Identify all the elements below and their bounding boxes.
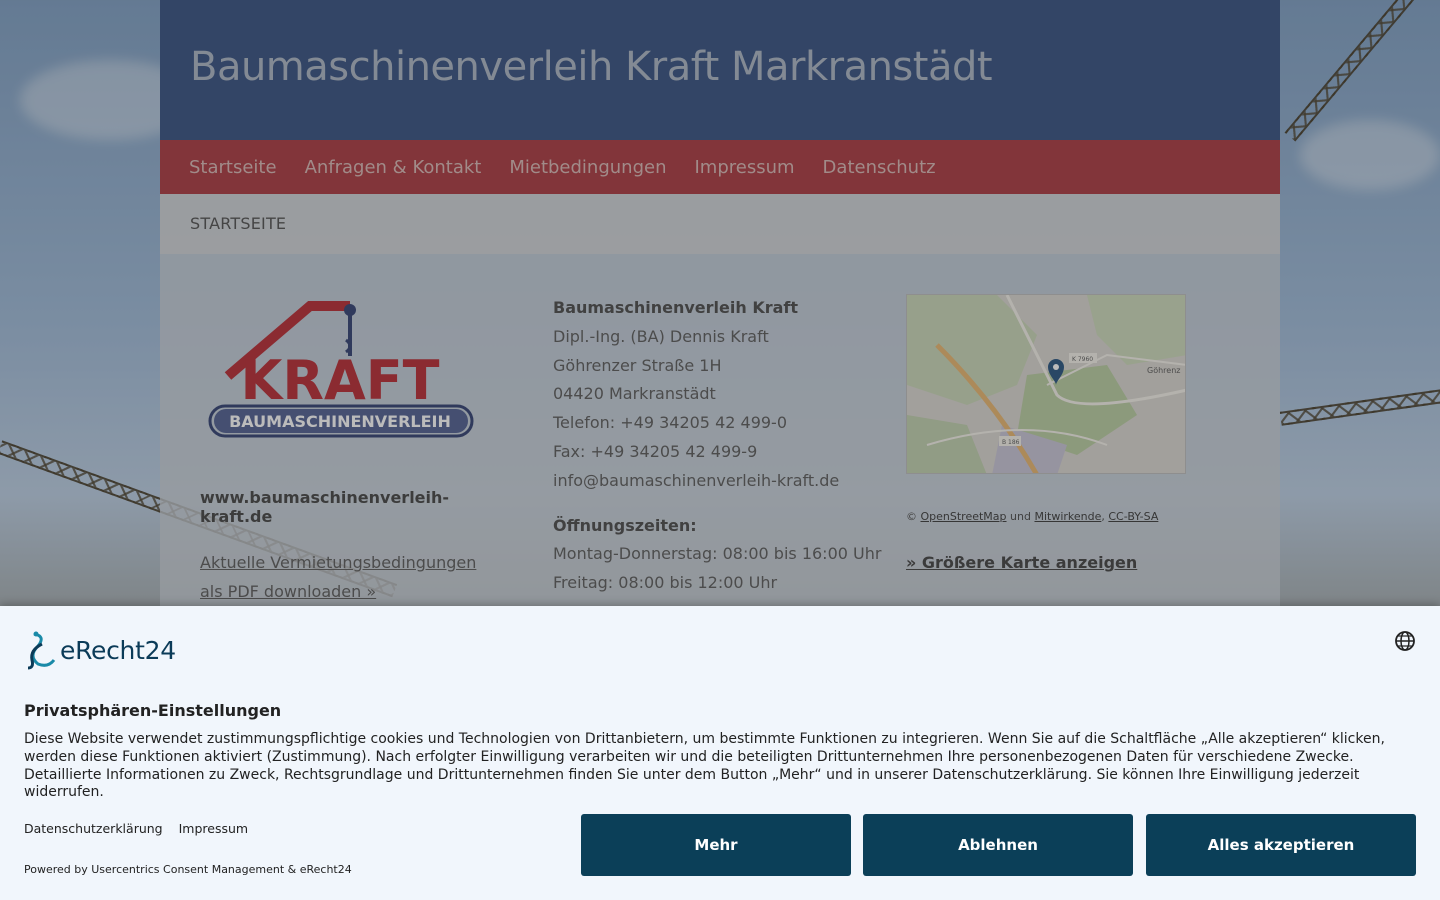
logo-brand-text: KRAFT [241,349,440,412]
erecht24-logo: eRecht24 [24,630,176,670]
cloud-decoration [1300,120,1440,190]
map-label-b186: B 186 [1002,439,1020,446]
site-title[interactable]: Baumaschinenverleih Kraft Markranstädt [190,44,1250,90]
nav-item-datenschutz[interactable]: Datenschutz [823,157,936,178]
company-logo: KRAFT BAUMASCHINENVERLEIH [200,294,480,454]
logo-sub-text: BAUMASCHINENVERLEIH [229,412,451,431]
osm-link[interactable]: OpenStreetMap [921,510,1007,523]
privacy-policy-link[interactable]: Datenschutzerklärung [24,821,163,836]
attribution-copyright: © [906,510,917,523]
map-label-k7960: K 7960 [1072,356,1093,363]
erecht24-symbol-icon [27,631,56,670]
accept-all-button[interactable]: Alles akzeptieren [1146,814,1416,876]
map-column: K 7960 Göhrenz B 186 © OpenStreetMap und… [906,294,1206,572]
opening-hours-weekdays: Montag-Donnerstag: 08:00 bis 16:00 Uhr [553,544,882,564]
decline-button[interactable]: Ablehnen [863,814,1133,876]
email-address[interactable]: info@baumaschinenverleih-kraft.de [553,467,893,496]
map-label-goehrenz: Göhrenz [1147,366,1180,375]
contributors-link[interactable]: Mitwirkende [1034,510,1101,523]
main-content: KRAFT BAUMASCHINENVERLEIH www.baumaschin… [160,254,1280,614]
license-link[interactable]: CC-BY-SA [1108,510,1158,523]
consent-links: Datenschutzerklärung Impressum [24,821,260,836]
crane-jib-right [1279,388,1440,426]
fax-number: Fax: +49 34205 42 499-9 [553,441,758,461]
map-attribution: © OpenStreetMap und Mitwirkende, CC-BY-S… [906,510,1159,523]
imprint-link[interactable]: Impressum [179,821,248,836]
cookie-consent-banner: eRecht24 Privatsphären-Einstellungen Die… [0,606,1440,900]
pdf-link-line1: Aktuelle Vermietungsbedingungen [200,553,477,572]
nav-item-anfragen-kontakt[interactable]: Anfragen & Kontakt [305,157,482,178]
breadcrumb-current: STARTSEITE [190,214,287,233]
kraft-logo-icon: KRAFT BAUMASCHINENVERLEIH [208,301,474,438]
opening-hours-friday: Freitag: 08:00 bis 12:00 Uhr [553,573,778,593]
powered-by-text: Powered by Usercentrics Consent Manageme… [24,863,352,876]
consent-title: Privatsphären-Einstellungen [24,701,282,720]
address-column: Baumaschinenverleih Kraft Dipl.-Ing. (BA… [553,294,893,598]
attribution-und: und [1010,510,1031,523]
location-map[interactable]: K 7960 Göhrenz B 186 [906,294,1186,474]
main-nav: Startseite Anfragen & Kontakt Mietbeding… [160,140,1280,194]
nav-item-startseite[interactable]: Startseite [189,157,277,178]
phone-number[interactable]: Telefon: +49 34205 42 499-0 [553,409,893,438]
street-address: Göhrenzer Straße 1H [553,355,722,375]
nav-item-impressum[interactable]: Impressum [695,157,795,178]
language-globe-icon[interactable] [1394,630,1416,652]
erecht24-brand: eRecht24 [60,635,176,665]
pdf-link-line2: als PDF downloaden » [200,582,377,601]
pdf-download-link[interactable]: Aktuelle Vermietungsbedingungen als PDF … [200,548,500,606]
company-name: Baumaschinenverleih Kraft [553,298,799,317]
logo-column: KRAFT BAUMASCHINENVERLEIH www.baumaschin… [200,294,500,606]
breadcrumb: STARTSEITE [160,194,1280,254]
site-header: Baumaschinenverleih Kraft Markranstädt [160,0,1280,140]
consent-description: Diese Website verwendet zustimmungspflic… [24,731,1385,801]
nav-item-mietbedingungen[interactable]: Mietbedingungen [509,157,666,178]
contact-person: Dipl.-Ing. (BA) Dennis Kraft [553,326,769,346]
bigger-map-link[interactable]: » Größere Karte anzeigen [906,553,1137,572]
website-url: www.baumaschinenverleih-kraft.de [200,488,450,526]
more-button[interactable]: Mehr [581,814,851,876]
opening-hours-title: Öffnungszeiten: [553,515,697,535]
city-address: 04420 Markranstädt [553,384,716,404]
